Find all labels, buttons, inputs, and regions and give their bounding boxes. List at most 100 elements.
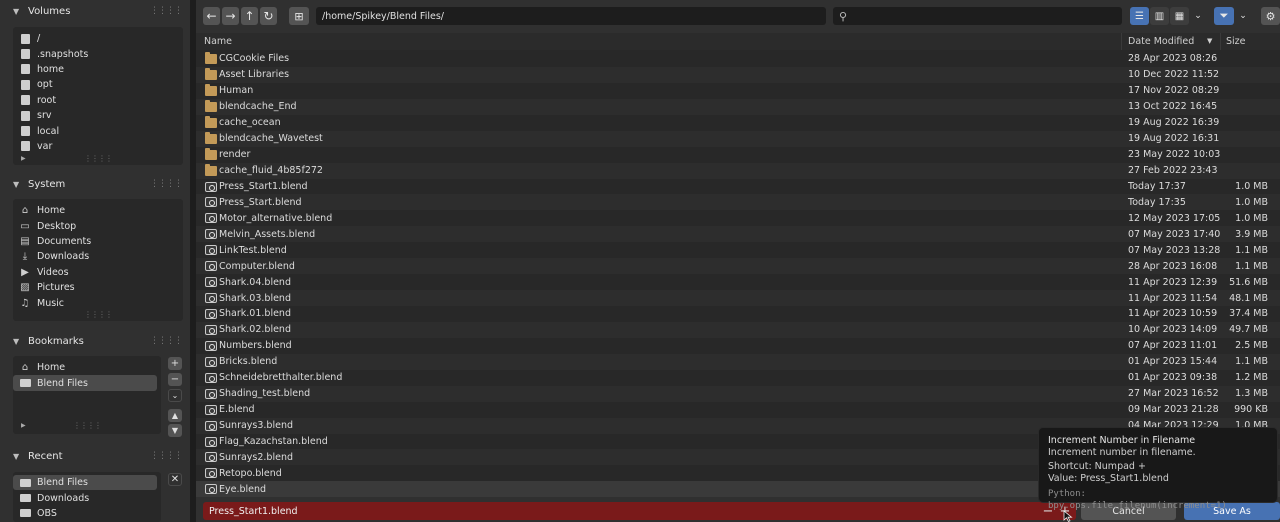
drag-grip-icon[interactable]: ⋮⋮⋮⋮ [150, 6, 183, 16]
filter-settings-dropdown[interactable]: ⌄ [1236, 7, 1250, 25]
settings-button[interactable]: ⚙ [1261, 7, 1280, 25]
file-date: 07 May 2023 17:40 [1128, 228, 1221, 240]
sidebar-item-volumes[interactable]: / [13, 31, 183, 46]
file-row[interactable]: Shark.01.blend 11 Apr 2023 10:59 37.4 MB [196, 306, 1280, 322]
sidebar-item-volumes[interactable]: home [13, 62, 183, 77]
sort-descending-icon[interactable]: ▼ [1207, 37, 1212, 45]
file-row[interactable]: Shark.02.blend 10 Apr 2023 14:09 49.7 MB [196, 321, 1280, 338]
sidebar-item-system[interactable]: ▶ Videos [13, 265, 183, 280]
sidebar-item-volumes[interactable]: root [13, 93, 183, 108]
drive-icon [19, 110, 31, 121]
file-row[interactable]: Shading_test.blend 27 Mar 2023 16:52 1.3 M… [196, 385, 1280, 402]
path-input[interactable]: /home/Spikey/Blend Files/ [316, 7, 826, 25]
name-column-header[interactable]: Name [204, 36, 232, 47]
file-name: Retopo.blend [219, 467, 282, 479]
search-input[interactable]: ⚲ [833, 7, 1122, 25]
refresh-button[interactable]: ↻ [260, 7, 277, 25]
file-row[interactable]: Computer.blend 28 Apr 2023 16:08 1.1 MB [196, 258, 1280, 275]
resize-handle-icon[interactable]: ⋮⋮⋮⋮ [84, 310, 113, 319]
volumes-header[interactable]: ▼ Volumes ⋮⋮⋮⋮ [7, 0, 185, 22]
blend-file-icon [205, 309, 217, 319]
file-row[interactable]: Press_Start1.blend Today 17:37 1.0 MB [196, 179, 1280, 195]
sidebar-item-volumes[interactable]: opt [13, 77, 183, 92]
download-icon: ⤓ [22, 251, 28, 263]
file-row[interactable]: render 23 May 2022 10:03 [196, 147, 1280, 163]
sidebar-item-bookmarks[interactable]: ⌂ Home [13, 360, 157, 375]
system-header[interactable]: ▼ System ⋮⋮⋮⋮ [7, 173, 185, 195]
sidebar-item-system[interactable]: ⤓ Downloads [13, 249, 183, 264]
recent-panel: ▼ Recent ⋮⋮⋮⋮ [7, 445, 185, 467]
sidebar-item-label: Downloads [37, 492, 90, 504]
blend-file-icon [205, 404, 217, 415]
sidebar-item-bookmarks[interactable]: Blend Files [13, 375, 157, 391]
file-row[interactable]: Human 17 Nov 2022 08:29 [196, 83, 1280, 99]
forward-button[interactable]: → [222, 7, 239, 25]
file-row[interactable]: Motor_alternative.blend 12 May 2023 17:05… [196, 210, 1280, 226]
sidebar-item-system[interactable]: ⌂ Home [13, 203, 183, 218]
file-date: 11 Apr 2023 11:54 [1128, 292, 1218, 304]
file-row[interactable]: Bricks.blend 01 Apr 2023 15:44 1.1 MB [196, 353, 1280, 370]
grid-view-icon: ▦ [1174, 10, 1185, 22]
recent-header[interactable]: ▼ Recent ⋮⋮⋮⋮ [7, 445, 185, 467]
file-row[interactable]: Shark.04.blend 11 Apr 2023 12:39 51.6 MB [196, 274, 1280, 290]
column-divider[interactable] [1220, 33, 1221, 50]
file-row[interactable]: blendcache_End 13 Oct 2022 16:45 [196, 98, 1280, 115]
file-row[interactable]: Numbers.blend 07 Apr 2023 11:01 2.5 MB [196, 338, 1280, 354]
drive-icon [19, 33, 31, 44]
file-row[interactable]: Asset Libraries 10 Dec 2022 11:52 [196, 66, 1280, 83]
file-row[interactable]: LinkTest.blend 07 May 2023 13:28 1.1 MB [196, 242, 1280, 258]
filename-input[interactable]: Press_Start1.blend [203, 502, 1076, 520]
sidebar-item-volumes[interactable]: local [13, 123, 183, 138]
filter-toggle-button[interactable]: ⏷ [1214, 7, 1234, 25]
column-divider[interactable] [1121, 33, 1122, 50]
expand-icon[interactable]: ▶ [21, 155, 26, 162]
file-row[interactable]: CGCookie Files 28 Apr 2023 08:26 [196, 51, 1280, 67]
size-column-header[interactable]: Size [1226, 36, 1246, 47]
sidebar-item-system[interactable]: ▭ Desktop [13, 218, 183, 233]
sidebar-item-volumes[interactable]: var [13, 139, 183, 154]
back-button[interactable]: ← [203, 7, 220, 25]
add-bookmark-button[interactable]: + [168, 357, 182, 370]
move-down-button[interactable]: ▼ [168, 424, 182, 437]
file-row[interactable]: Shark.03.blend 11 Apr 2023 11:54 48.1 MB [196, 290, 1280, 306]
display-settings-dropdown[interactable]: ⌄ [1191, 7, 1205, 25]
bookmarks-header[interactable]: ▼ Bookmarks ⋮⋮⋮⋮ [7, 330, 185, 352]
file-row[interactable]: Press_Start.blend Today 17:35 1.0 MB [196, 194, 1280, 211]
file-row[interactable]: Melvin_Assets.blend 07 May 2023 17:40 3.9 … [196, 226, 1280, 243]
sidebar-item-volumes[interactable]: srv [13, 108, 183, 123]
parent-directory-button[interactable]: ↑ [241, 7, 258, 25]
remove-bookmark-button[interactable]: − [168, 373, 182, 386]
file-row[interactable]: cache_ocean 19 Aug 2022 16:39 [196, 115, 1280, 131]
drag-grip-icon[interactable]: ⋮⋮⋮⋮ [150, 336, 183, 346]
resize-handle-icon[interactable]: ⋮⋮⋮⋮ [73, 421, 102, 430]
drive-icon [19, 126, 31, 137]
blend-file-icon [205, 340, 217, 351]
horizontal-list-view-button[interactable]: ▥ [1150, 7, 1169, 25]
file-row[interactable]: Schneidebretthalter.blend 01 Apr 2023 09:… [196, 370, 1280, 386]
sidebar-item-system[interactable]: ▨ Pictures [13, 280, 183, 295]
resize-handle-icon[interactable]: ⋮⋮⋮⋮ [84, 154, 113, 163]
bookmarks-menu-button[interactable]: ⌄ [168, 389, 182, 402]
move-up-button[interactable]: ▲ [168, 409, 182, 422]
sidebar-item-recent[interactable]: Downloads [13, 490, 157, 505]
drag-grip-icon[interactable]: ⋮⋮⋮⋮ [150, 451, 183, 461]
file-row[interactable]: blendcache_Wavetest 19 Aug 2022 16:31 [196, 130, 1280, 147]
blend-file-icon [205, 245, 217, 256]
new-folder-button[interactable]: ⊞ [289, 7, 309, 25]
date-column-header[interactable]: Date Modified [1128, 36, 1194, 47]
drag-grip-icon[interactable]: ⋮⋮⋮⋮ [150, 179, 183, 189]
sidebar-item-volumes[interactable]: .snapshots [13, 46, 183, 61]
file-row[interactable]: E.blend 09 Mar 2023 21:28 990 KB [196, 402, 1280, 418]
vertical-list-view-button[interactable]: ☰ [1130, 7, 1149, 25]
sidebar-item-recent[interactable]: OBS [13, 506, 157, 521]
file-date: 07 Apr 2023 11:01 [1128, 340, 1218, 352]
expand-icon[interactable]: ▶ [21, 422, 26, 429]
blend-file-icon [205, 372, 217, 383]
sidebar-item-system[interactable]: ▤ Documents [13, 234, 183, 249]
clear-recent-button[interactable]: ✕ [168, 473, 182, 486]
sidebar-item-recent[interactable]: Blend Files [13, 475, 157, 491]
folder-icon [205, 163, 217, 176]
file-row[interactable]: cache_fluid_4b85f272 27 Feb 2022 23:43 [196, 162, 1280, 179]
thumbnail-view-button[interactable]: ▦ [1170, 7, 1189, 25]
file-size: 37.4 MB [1229, 308, 1268, 320]
